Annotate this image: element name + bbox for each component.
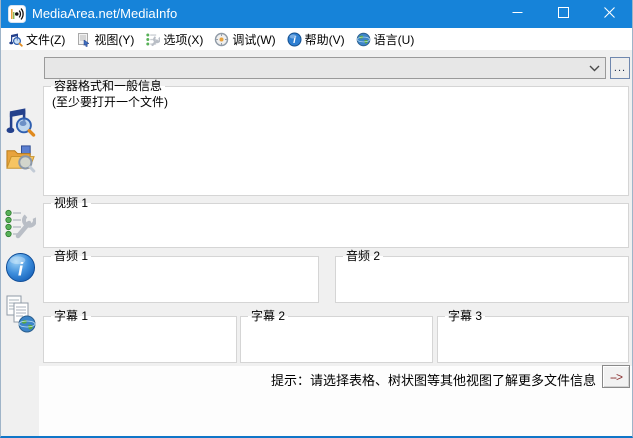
chevron-down-icon [583,65,605,72]
subtitle-2-panel: 字幕 2 [240,316,433,363]
audio-1-panel: 音频 1 [43,256,319,303]
container-info-note: (至少要打开一个文件) [52,93,622,110]
about-button[interactable]: i [3,252,37,288]
subtitle-3-panel: 字幕 3 [437,316,629,363]
subtitle-2-label: 字幕 2 [248,309,288,324]
menu-file-label: 文件(Z) [26,31,65,48]
hint-text: 提示：请选择表格、树状图等其他视图了解更多文件信息 [271,370,596,389]
container-info-panel: 容器格式和一般信息 (至少要打开一个文件) [43,86,629,196]
video-1-panel: 视频 1 [43,203,629,248]
next-view-button[interactable]: --> [602,365,630,388]
minimize-button[interactable] [494,0,540,28]
export-icon [4,294,36,339]
open-folder-button[interactable] [3,143,37,179]
debug-menu-icon [214,32,229,47]
left-toolbar: i [1,50,39,438]
menu-file[interactable]: 文件(Z) [4,29,72,50]
audio-2-label: 音频 2 [343,249,383,264]
help-menu-icon: i [287,32,302,47]
menu-help[interactable]: i 帮助(V) [283,29,352,50]
audio-2-panel: 音频 2 [335,256,629,303]
subtitle-1-panel: 字幕 1 [43,316,237,363]
svg-text:i: i [293,35,296,46]
options-menu-icon [145,32,160,47]
maximize-icon [558,5,569,23]
subtitle-1-label: 字幕 1 [51,309,91,324]
open-folder-icon [5,143,36,179]
close-button[interactable] [586,0,632,28]
subtitle-3-label: 字幕 3 [445,309,485,324]
file-menu-icon [8,32,23,47]
menu-debug-label: 调试(W) [232,31,275,48]
minimize-icon [512,5,523,23]
mediainfo-logo-icon [8,5,26,23]
maximize-button[interactable] [540,0,586,28]
open-file-button[interactable] [3,105,37,141]
options-button[interactable] [3,208,37,244]
titlebar[interactable]: MediaArea.net/MediaInfo [1,0,632,28]
menu-options[interactable]: 选项(X) [141,29,210,50]
menu-language-label: 语言(U) [374,31,415,48]
file-selector-combobox[interactable] [44,57,606,79]
menu-view-label: 视图(Y) [94,31,134,48]
browse-button[interactable]: ... [610,57,630,79]
menu-help-label: 帮助(V) [305,31,345,48]
file-selector-input[interactable] [45,59,583,77]
menu-language[interactable]: 语言(U) [352,29,422,50]
export-button[interactable] [3,294,37,338]
mediainfo-window: MediaArea.net/MediaInfo [0,0,633,438]
open-file-icon [5,105,36,142]
menu-options-label: 选项(X) [163,31,203,48]
close-icon [604,5,615,23]
info-icon: i [5,252,36,288]
container-info-label: 容器格式和一般信息 [51,79,165,94]
options-icon [4,207,36,246]
audio-1-label: 音频 1 [51,249,91,264]
menu-debug[interactable]: 调试(W) [210,29,282,50]
svg-text:i: i [17,258,23,279]
view-menu-icon [76,32,91,47]
window-title: MediaArea.net/MediaInfo [32,0,177,28]
video-1-label: 视频 1 [51,196,91,211]
language-menu-icon [356,32,371,47]
menubar: 文件(Z) 视图(Y) [1,28,632,50]
menu-view[interactable]: 视图(Y) [72,29,141,50]
